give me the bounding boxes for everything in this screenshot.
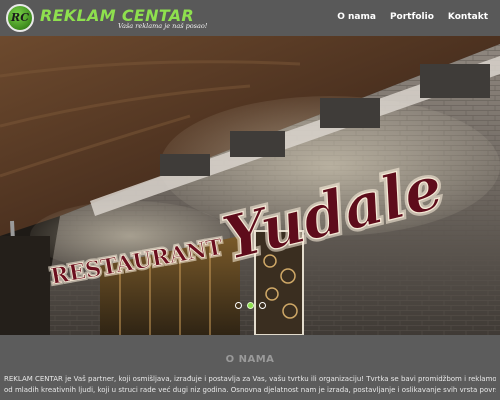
slider-dot-2[interactable] <box>246 302 254 309</box>
main-nav: O nama Portfolio Kontakt <box>337 12 488 22</box>
nav-link-o-nama[interactable]: O nama <box>337 12 376 22</box>
about-section: O NAMA REKLAM CENTAR je Vaš partner, koj… <box>0 335 500 400</box>
site-header: RC REKLAM CENTAR Vaša reklama je naš pos… <box>0 0 500 36</box>
slider-dot-1[interactable] <box>234 302 242 309</box>
slider-dot-3[interactable] <box>258 302 266 309</box>
slider-pagination <box>0 302 500 314</box>
logo-letters: RC <box>11 11 29 24</box>
about-line-2: od mladih kreativnih ljudi, koji u struc… <box>4 386 496 394</box>
nav-link-kontakt[interactable]: Kontakt <box>448 12 488 22</box>
nav-link-portfolio[interactable]: Portfolio <box>390 12 434 22</box>
logo-badge-icon[interactable]: RC <box>6 4 34 32</box>
brand-tagline: Vaša reklama je naš posao! <box>118 22 208 30</box>
about-line-1: REKLAM CENTAR je Vaš partner, koji osmiš… <box>4 375 496 383</box>
hero-photo-restaurant-sign: RESTAURANT RESTAURANT Yudale Yudale <box>0 36 500 335</box>
about-title: O NAMA <box>225 354 275 365</box>
hero-slider[interactable]: RESTAURANT RESTAURANT Yudale Yudale <box>0 36 500 335</box>
about-text: REKLAM CENTAR je Vaš partner, koji osmiš… <box>4 374 496 396</box>
